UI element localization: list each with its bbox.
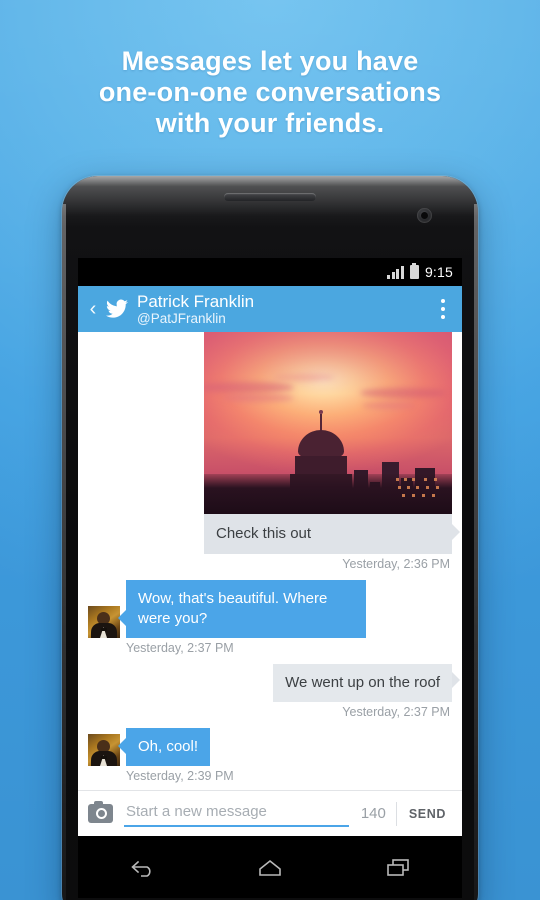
conversation-header: ‹ Patrick Franklin @PatJFranklin bbox=[78, 286, 462, 332]
message-row[interactable]: Check this out bbox=[88, 332, 460, 554]
message-timestamp: Yesterday, 2:37 PM bbox=[126, 641, 234, 655]
back-icon[interactable] bbox=[125, 854, 159, 880]
avatar[interactable] bbox=[88, 734, 120, 766]
bubble-tail bbox=[452, 672, 460, 688]
bezel-edge-right bbox=[474, 204, 478, 900]
message-input[interactable]: Start a new message bbox=[124, 801, 349, 827]
battery-icon bbox=[409, 265, 419, 279]
message-bubble[interactable]: We went up on the roof bbox=[273, 664, 460, 702]
headline-line-2: one-on-one conversations bbox=[98, 77, 442, 107]
phone-screen: 9:15 ‹ Patrick Franklin @PatJFranklin Ch… bbox=[78, 258, 462, 836]
photo-caption: Check this out bbox=[216, 525, 312, 542]
message-bubble[interactable]: Oh, cool! bbox=[118, 728, 211, 766]
bubble-tail bbox=[118, 610, 126, 626]
promo-background: Messages let you have one-on-one convers… bbox=[0, 0, 540, 900]
avatar[interactable] bbox=[88, 606, 120, 638]
header-identity: Patrick Franklin @PatJFranklin bbox=[137, 292, 254, 326]
camera-icon[interactable] bbox=[88, 801, 113, 823]
status-clock: 9:15 bbox=[424, 264, 453, 280]
contact-name: Patrick Franklin bbox=[137, 291, 255, 311]
message-row[interactable]: Oh, cool! bbox=[88, 728, 452, 766]
promo-headline: Messages let you have one-on-one convers… bbox=[0, 46, 540, 139]
message-text: We went up on the roof bbox=[285, 674, 440, 691]
headline-line-3: with your friends. bbox=[155, 108, 385, 138]
bezel-edge-left bbox=[62, 204, 66, 900]
contact-handle: @PatJFranklin bbox=[137, 310, 226, 326]
window-lights bbox=[396, 478, 442, 502]
front-camera-icon bbox=[417, 208, 432, 223]
message-row[interactable]: We went up on the roof bbox=[88, 664, 460, 702]
recents-icon[interactable] bbox=[381, 854, 415, 880]
send-button[interactable]: SEND bbox=[397, 807, 452, 821]
headline-line-1: Messages let you have bbox=[121, 46, 419, 76]
android-nav-bar[interactable] bbox=[78, 836, 462, 898]
message-thread[interactable]: Check this out Yesterday, 2:36 PM Wow, t… bbox=[78, 332, 462, 790]
message-input-placeholder: Start a new message bbox=[126, 802, 267, 820]
character-counter: 140 bbox=[360, 805, 386, 822]
photo-message-bubble[interactable]: Check this out bbox=[204, 332, 460, 554]
message-row[interactable]: Wow, that's beautiful. Where were you? bbox=[88, 580, 452, 638]
status-bar: 9:15 bbox=[78, 258, 462, 286]
photo-skyline bbox=[204, 410, 452, 514]
message-timestamp: Yesterday, 2:39 PM bbox=[126, 769, 234, 783]
message-text: Oh, cool! bbox=[138, 738, 199, 755]
attached-photo[interactable] bbox=[204, 332, 452, 514]
overflow-menu-icon[interactable] bbox=[432, 296, 454, 322]
earpiece-speaker bbox=[224, 193, 316, 201]
camera-lens-ring bbox=[96, 808, 107, 819]
message-text: Wow, that's beautiful. Where were you? bbox=[138, 590, 328, 627]
home-icon[interactable] bbox=[253, 854, 287, 880]
twitter-bird-icon bbox=[106, 299, 128, 318]
signal-bars-icon bbox=[387, 265, 404, 279]
message-timestamp: Yesterday, 2:37 PM bbox=[342, 705, 450, 719]
message-timestamp: Yesterday, 2:36 PM bbox=[342, 557, 450, 571]
back-icon[interactable]: ‹ bbox=[84, 299, 102, 319]
bubble-tail bbox=[118, 738, 126, 754]
camera-lens bbox=[421, 212, 428, 219]
message-bubble[interactable]: Wow, that's beautiful. Where were you? bbox=[118, 580, 366, 638]
bubble-tail bbox=[452, 524, 460, 540]
phone-device: 9:15 ‹ Patrick Franklin @PatJFranklin Ch… bbox=[62, 176, 478, 900]
compose-bar[interactable]: Start a new message 140 SEND bbox=[78, 790, 462, 836]
